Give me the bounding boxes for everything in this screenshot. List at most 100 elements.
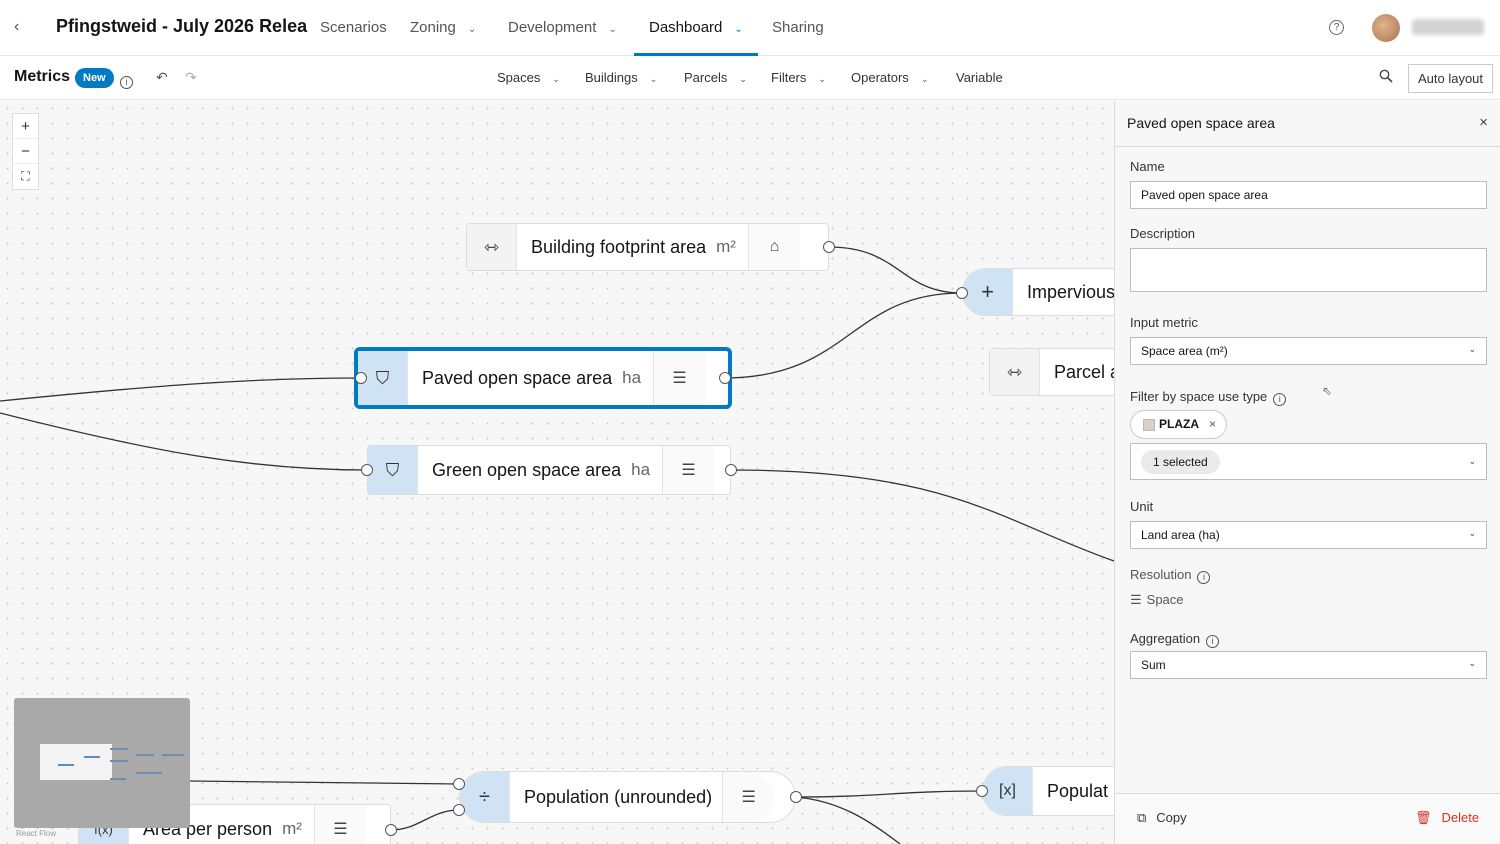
minimap-node [110, 748, 128, 750]
cursor-icon: ⇖ [1322, 384, 1333, 398]
fit-view-icon[interactable]: ⛶ [13, 164, 38, 189]
aggregation-label: Aggregation i [1130, 631, 1220, 648]
node-parcel-area[interactable]: ⇿ Parcel a [989, 348, 1114, 396]
minimap-node [136, 772, 162, 774]
close-icon[interactable]: × [1209, 411, 1216, 438]
node-label: Paved open space area [422, 367, 613, 388]
input-port[interactable] [976, 785, 988, 797]
node-population[interactable]: [x] Populat [982, 766, 1114, 816]
space-use-type-select[interactable]: 1 selected ⌄ [1130, 443, 1487, 480]
node-label: Green open space area [432, 459, 622, 480]
output-port[interactable] [823, 241, 835, 253]
chevron-left-icon[interactable]: ‹ [14, 18, 19, 36]
divide-icon: ÷ [460, 772, 510, 822]
chevron-down-icon: ⌄ [920, 74, 929, 84]
zoom-in-button[interactable]: + [13, 114, 38, 139]
info-icon[interactable]: i [1197, 571, 1211, 584]
react-flow-attribution[interactable]: React Flow [16, 829, 56, 838]
page-title: Metrics [14, 68, 71, 85]
description-label: Description [1130, 226, 1196, 241]
node-paved-open-space-area[interactable]: ⛉ Paved open space area ha ☰ [354, 347, 732, 409]
node-label: Populat [1047, 780, 1109, 801]
chevron-down-icon: ⌄ [818, 74, 826, 84]
menu-filters[interactable]: Filters ⌄ [771, 70, 826, 85]
close-icon[interactable]: × [1479, 114, 1488, 131]
node-unit: ha [622, 368, 642, 387]
chevron-down-icon: ⌄ [1468, 344, 1476, 354]
unit-select[interactable]: Land area (ha) ⌄ [1130, 521, 1487, 549]
aggregation-value: Sum [1141, 658, 1166, 672]
description-field[interactable] [1130, 248, 1487, 292]
variable-icon: [x] [983, 767, 1033, 815]
resolution-value: ☰ Space [1130, 592, 1184, 607]
menu-operators[interactable]: Operators ⌄ [851, 70, 928, 85]
app-title: Pfingstweid - July 2026 Release [56, 16, 308, 36]
minimap-node [110, 760, 128, 762]
unit-value: Land area (ha) [1141, 528, 1220, 542]
output-port[interactable] [725, 464, 737, 476]
minimap-node [84, 756, 100, 758]
chevron-down-icon: ⌄ [1468, 528, 1476, 538]
node-unit: m² [282, 819, 302, 838]
name-field[interactable]: Paved open space area [1130, 181, 1487, 209]
input-port[interactable] [956, 287, 968, 299]
redo-icon[interactable]: ↷ [185, 69, 197, 86]
avatar[interactable] [1372, 14, 1400, 42]
info-icon[interactable]: i [1273, 393, 1287, 406]
panel-title: Paved open space area [1115, 101, 1500, 147]
minimap-node [110, 778, 126, 780]
zoom-out-button[interactable]: − [13, 139, 38, 164]
input-port[interactable] [453, 804, 465, 816]
panel-footer: ⧉ Copy 🗑 Delete [1115, 793, 1500, 844]
table-icon: ☰ [662, 446, 715, 494]
input-metric-select[interactable]: Space area (m²) ⌄ [1130, 337, 1487, 365]
nav-scenarios[interactable]: Scenarios [320, 19, 387, 36]
copy-button[interactable]: ⧉ Copy [1137, 810, 1187, 826]
output-port[interactable] [790, 791, 802, 803]
input-port[interactable] [355, 372, 367, 384]
node-green-open-space-area[interactable]: ⛉ Green open space area ha ☰ [367, 445, 731, 495]
node-building-footprint-area[interactable]: ⇿ Building footprint area m² ⌂ [466, 223, 829, 271]
input-port[interactable] [453, 778, 465, 790]
table-icon: ☰ [653, 351, 706, 405]
name-label: Name [1130, 159, 1165, 174]
chip-label: PLAZA [1159, 417, 1199, 431]
nav-development[interactable]: Development ⌄ [508, 19, 617, 36]
minimap[interactable] [14, 698, 190, 828]
menu-buildings[interactable]: Buildings ⌄ [585, 70, 657, 85]
nav-zoning[interactable]: Zoning ⌄ [410, 19, 476, 36]
info-icon[interactable]: i [1206, 635, 1220, 648]
nav-sharing[interactable]: Sharing [772, 19, 824, 36]
menu-variable[interactable]: Variable [956, 70, 1003, 85]
search-icon[interactable] [1379, 69, 1393, 86]
delete-button[interactable]: 🗑 Delete [1415, 810, 1479, 826]
top-bar: ‹ Pfingstweid - July 2026 Release Scenar… [0, 0, 1500, 56]
nav-dashboard[interactable]: Dashboard ⌄ [649, 19, 743, 36]
minimap-viewport [40, 744, 112, 780]
unit-label: Unit [1130, 499, 1154, 514]
node-impervious[interactable]: + Impervious [962, 268, 1114, 316]
aggregation-select[interactable]: Sum ⌄ [1130, 651, 1487, 679]
node-population-unrounded[interactable]: ÷ Population (unrounded) ☰ [459, 771, 796, 823]
auto-layout-button[interactable]: Auto layout [1408, 64, 1493, 93]
node-label: Building footprint area [531, 236, 707, 257]
menu-parcels[interactable]: Parcels ⌄ [684, 70, 747, 85]
node-unit: m² [716, 237, 736, 256]
undo-icon[interactable]: ↶ [156, 69, 168, 86]
minimap-node [162, 754, 184, 756]
output-port[interactable] [385, 824, 397, 836]
question-circle-icon[interactable]: ? [1329, 20, 1344, 35]
menu-spaces[interactable]: Spaces ⌄ [497, 70, 560, 85]
input-metric-label: Input metric [1130, 315, 1198, 330]
input-metric-value: Space area (m²) [1141, 344, 1228, 358]
output-port[interactable] [719, 372, 731, 384]
user-name[interactable] [1412, 19, 1484, 35]
input-port[interactable] [361, 464, 373, 476]
filter-chip-plaza[interactable]: PLAZA × [1130, 410, 1228, 439]
color-swatch [1143, 418, 1155, 431]
chevron-down-icon: ⌄ [467, 24, 477, 35]
info-icon[interactable]: i [120, 71, 133, 89]
chevron-down-icon: ⌄ [1468, 658, 1476, 668]
node-label: Parcel a [1054, 361, 1114, 382]
flow-canvas[interactable]: + − ⛶ ⇿ Building footprint area m² ⌂ + I… [0, 101, 1114, 844]
